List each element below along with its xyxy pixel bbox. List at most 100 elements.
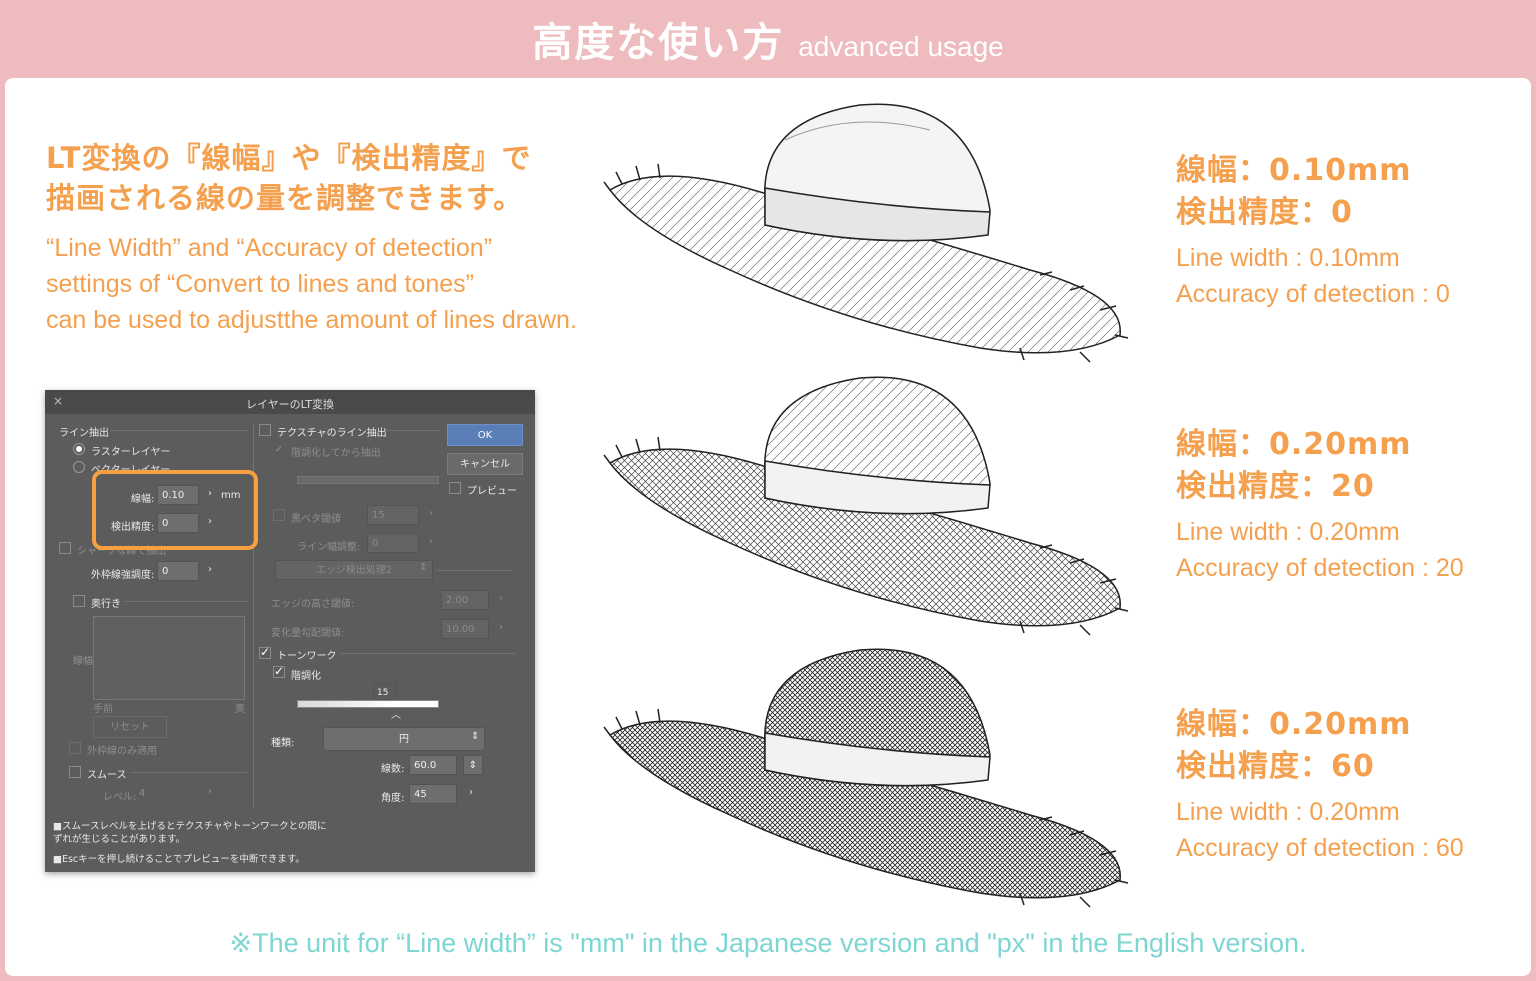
example-jp-width: 線幅：0.20mm bbox=[1176, 707, 1412, 742]
example-en-accuracy: Accuracy of detection : 0 bbox=[1176, 280, 1450, 308]
depth-checkbox[interactable] bbox=[73, 595, 85, 607]
posterize-slider-value: 15 bbox=[373, 684, 397, 700]
ok-button[interactable]: OK bbox=[447, 424, 523, 446]
lines-label: 線数: bbox=[381, 764, 405, 775]
angle-label: 角度: bbox=[381, 793, 405, 804]
depth-curve-graph[interactable] bbox=[93, 616, 245, 700]
title-english: advanced usage bbox=[798, 31, 1004, 62]
example-jp-accuracy: 検出精度：0 bbox=[1176, 195, 1353, 230]
cancel-button[interactable]: キャンセル bbox=[447, 453, 523, 475]
example-label-1: 線幅：0.10mm 検出精度：0 Line width : 0.10mm Acc… bbox=[1176, 150, 1450, 312]
example-en-accuracy: Accuracy of detection : 60 bbox=[1176, 834, 1464, 862]
lt-conversion-dialog: × レイヤーのLT変換 ライン抽出 ラスターレイヤー ベクターレイヤー 線幅: … bbox=[45, 390, 535, 872]
check-icon: ✓ bbox=[275, 444, 284, 455]
black-threshold-input[interactable]: 15 bbox=[367, 505, 419, 525]
after-posterize-label: 階調化してから抽出 bbox=[291, 448, 381, 459]
posterize-label: 階調化 bbox=[291, 671, 321, 682]
hat-illustration-3 bbox=[603, 648, 1129, 908]
posterize-slider[interactable] bbox=[297, 700, 439, 708]
texture-line-checkbox[interactable] bbox=[259, 424, 271, 436]
divider bbox=[385, 430, 439, 431]
gradient-label: 変化量勾配閾値: bbox=[271, 628, 345, 639]
edge-height-label: エッジの高さ閾値: bbox=[271, 599, 355, 610]
black-threshold-label: 黒ベタ閾値 bbox=[291, 514, 341, 525]
gradient-input[interactable]: 10.00 bbox=[441, 619, 489, 639]
vector-layer-radio[interactable] bbox=[73, 461, 85, 473]
intro-jp-line: LT変換の『線幅』や『検出精度』で bbox=[46, 141, 532, 175]
chevron-right-icon: › bbox=[208, 786, 212, 797]
smooth-label: スムース bbox=[87, 770, 127, 781]
posterize-checkbox[interactable] bbox=[273, 664, 285, 678]
intro-heading-en: “Line Width” and “Accuracy of detection”… bbox=[46, 230, 577, 338]
intro-jp-line: 描画される線の量を調整できます。 bbox=[46, 181, 524, 215]
divider bbox=[125, 601, 247, 602]
chevron-updown-icon: ⇕ bbox=[419, 562, 428, 573]
title-japanese: 高度な使い方 bbox=[532, 20, 785, 66]
slider-handle-icon[interactable]: ︿ bbox=[391, 706, 401, 721]
intro-heading-jp: LT変換の『線幅』や『検出精度』で 描画される線の量を調整できます。 bbox=[46, 138, 531, 218]
example-en-width: Line width : 0.10mm bbox=[1176, 244, 1400, 272]
raster-layer-radio[interactable] bbox=[73, 443, 85, 455]
example-en-width: Line width : 0.20mm bbox=[1176, 518, 1400, 546]
black-threshold-checkbox[interactable] bbox=[273, 509, 285, 521]
footnote: ※The unit for “Line width” is "mm" in th… bbox=[229, 928, 1307, 958]
example-jp-accuracy: 検出精度：20 bbox=[1176, 469, 1375, 504]
angle-input[interactable]: 45 bbox=[409, 784, 457, 804]
outline-only-label: 外枠線のみ適用 bbox=[87, 746, 157, 757]
intro-en-line: “Line Width” and “Accuracy of detection” bbox=[46, 234, 493, 262]
reset-button[interactable]: リセット bbox=[93, 716, 167, 738]
tone-work-checkbox[interactable] bbox=[259, 645, 271, 659]
near-label: 手前 bbox=[93, 704, 113, 715]
level-value: 4 bbox=[139, 788, 146, 799]
chevron-right-icon: › bbox=[429, 536, 433, 547]
edge-height-input[interactable]: 2.00 bbox=[441, 590, 489, 610]
preview-checkbox[interactable] bbox=[449, 482, 461, 494]
example-jp-width: 線幅：0.20mm bbox=[1176, 427, 1412, 462]
texture-slider[interactable] bbox=[297, 476, 439, 484]
chevron-right-icon: › bbox=[499, 593, 503, 604]
chevron-updown-icon[interactable]: ⇕ bbox=[471, 731, 479, 742]
example-jp-width: 線幅：0.10mm bbox=[1176, 153, 1412, 188]
section-line-extraction: ライン抽出 bbox=[59, 428, 109, 439]
tone-work-label: トーンワーク bbox=[277, 651, 337, 662]
smooth-checkbox[interactable] bbox=[69, 766, 81, 778]
chevron-right-icon[interactable]: › bbox=[469, 787, 473, 798]
dialog-note: ■Escキーを押し続けることでプレビューを中断できます。 bbox=[53, 854, 305, 865]
depth-line-width-label: 線幅 bbox=[73, 656, 93, 667]
dialog-note: ■スムースレベルを上げるとテクスチャやトーンワークとの間に bbox=[53, 821, 327, 832]
chevron-right-icon: › bbox=[429, 508, 433, 519]
outline-label: 外枠線強調度: bbox=[91, 570, 155, 581]
intro-en-line: settings of “Convert to lines and tones” bbox=[46, 270, 475, 298]
sharp-line-checkbox[interactable] bbox=[59, 542, 71, 554]
dialog-title: レイヤーのLT変換 bbox=[245, 398, 334, 411]
page-title: 高度な使い方 advanced usage bbox=[0, 10, 1536, 68]
outline-input[interactable]: 0 bbox=[157, 561, 199, 581]
divider bbox=[437, 570, 513, 571]
preview-label: プレビュー bbox=[467, 486, 517, 497]
lines-input[interactable]: 60.0 bbox=[409, 755, 457, 775]
example-en-width: Line width : 0.20mm bbox=[1176, 798, 1400, 826]
chevron-right-icon: › bbox=[499, 622, 503, 633]
edge-process-select[interactable]: エッジ検出処理2 bbox=[275, 560, 433, 580]
lines-stepper[interactable]: ⇕ bbox=[463, 755, 483, 775]
texture-line-label: テクスチャのライン抽出 bbox=[277, 428, 387, 439]
example-en-accuracy: Accuracy of detection : 20 bbox=[1176, 554, 1464, 582]
depth-label: 奥行き bbox=[91, 599, 121, 610]
type-label: 種類: bbox=[271, 738, 295, 749]
outline-only-checkbox[interactable] bbox=[69, 742, 81, 754]
divider bbox=[111, 430, 247, 431]
far-label: 奥 bbox=[235, 704, 245, 715]
chevron-right-icon[interactable]: › bbox=[208, 564, 212, 575]
example-label-3: 線幅：0.20mm 検出精度：60 Line width : 0.20mm Ac… bbox=[1176, 704, 1464, 866]
raster-layer-label: ラスターレイヤー bbox=[91, 447, 171, 458]
level-label: レベル: bbox=[103, 792, 137, 803]
line-width-adjust-label: ライン幅調整: bbox=[297, 542, 361, 553]
line-width-adjust-input[interactable]: 0 bbox=[367, 533, 419, 553]
header-banner: 高度な使い方 advanced usage bbox=[0, 0, 1536, 78]
hat-illustration-1 bbox=[603, 103, 1129, 363]
highlight-box bbox=[92, 470, 258, 550]
type-select[interactable]: 円 bbox=[323, 727, 485, 751]
divider bbox=[341, 653, 515, 654]
dialog-titlebar: × レイヤーのLT変換 bbox=[45, 390, 535, 414]
dialog-note: ずれが生じることがあります。 bbox=[53, 834, 186, 845]
